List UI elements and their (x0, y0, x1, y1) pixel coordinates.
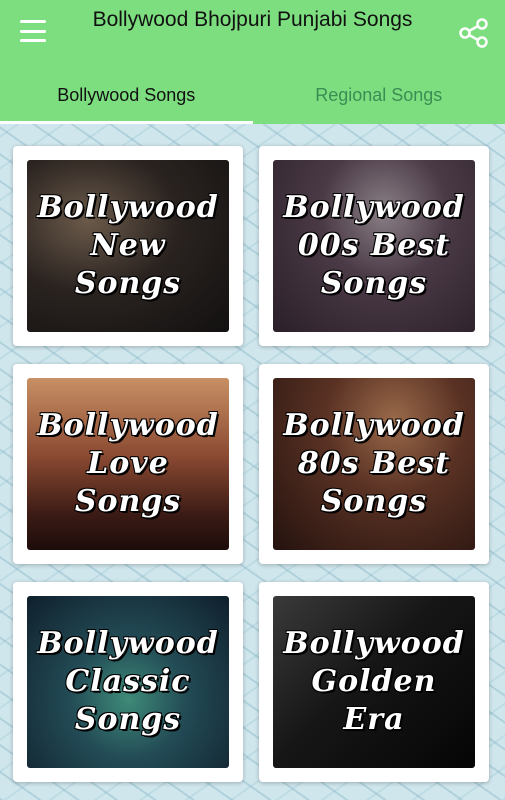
category-label: Bollywood 00s Best Songs (283, 190, 465, 301)
tab-regional-songs[interactable]: Regional Songs (253, 66, 505, 124)
category-thumbnail: Bollywood Love Songs (27, 378, 229, 550)
category-label: Bollywood New Songs (37, 190, 219, 301)
category-label: Bollywood Golden Era (283, 626, 465, 737)
category-thumbnail: Bollywood 80s Best Songs (273, 378, 475, 550)
category-grid: Bollywood New Songs Bollywood 00s Best S… (0, 124, 505, 800)
app-title: Bollywood Bhojpuri Punjabi Songs (92, 8, 413, 31)
category-card-bollywood-80s-best-songs[interactable]: Bollywood 80s Best Songs (259, 364, 489, 564)
category-thumbnail: Bollywood 00s Best Songs (273, 160, 475, 332)
category-card-bollywood-00s-best-songs[interactable]: Bollywood 00s Best Songs (259, 146, 489, 346)
share-button[interactable] (458, 17, 490, 49)
category-thumbnail: Bollywood Golden Era (273, 596, 475, 768)
category-thumbnail: Bollywood New Songs (27, 160, 229, 332)
category-card-bollywood-classic-songs[interactable]: Bollywood Classic Songs (13, 582, 243, 782)
tab-bollywood-songs[interactable]: Bollywood Songs (0, 66, 253, 124)
category-card-bollywood-golden-era[interactable]: Bollywood Golden Era (259, 582, 489, 782)
category-label: Bollywood 80s Best Songs (283, 408, 465, 519)
tab-bar: Bollywood Songs Regional Songs (0, 66, 505, 124)
category-card-bollywood-love-songs[interactable]: Bollywood Love Songs (13, 364, 243, 564)
share-icon (459, 18, 488, 48)
app-bar: Bollywood Bhojpuri Punjabi Songs Bollywo… (0, 0, 505, 124)
hamburger-menu-icon (20, 20, 46, 23)
category-card-bollywood-new-songs[interactable]: Bollywood New Songs (13, 146, 243, 346)
category-label: Bollywood Classic Songs (37, 626, 219, 737)
category-label: Bollywood Love Songs (37, 408, 219, 519)
menu-button[interactable] (20, 16, 54, 46)
category-thumbnail: Bollywood Classic Songs (27, 596, 229, 768)
